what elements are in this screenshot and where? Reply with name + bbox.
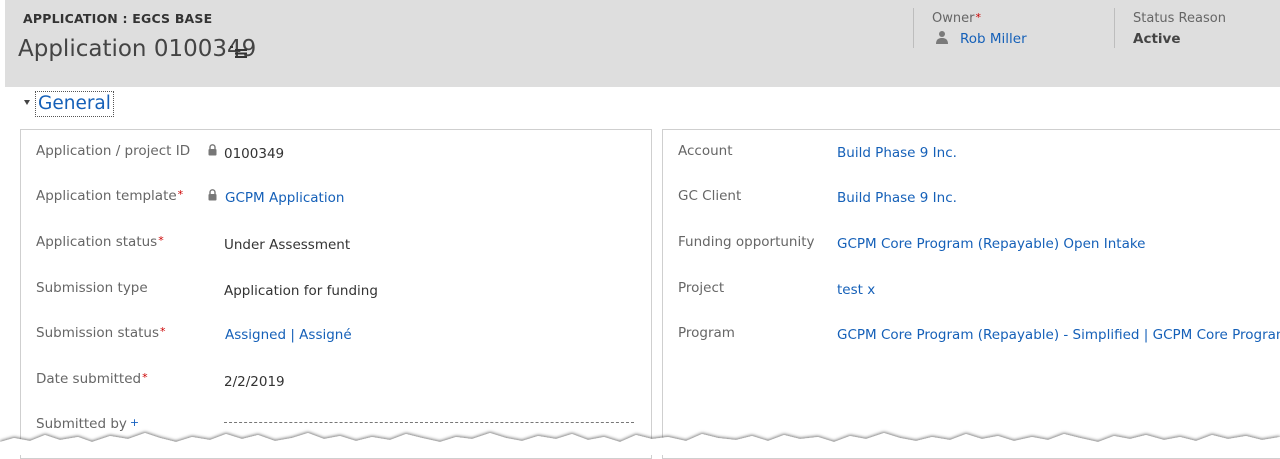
status-reason-label: Status Reason xyxy=(1133,11,1226,26)
torn-edge xyxy=(0,433,1280,455)
person-icon xyxy=(936,31,948,44)
field-label: Application / project ID xyxy=(36,143,191,159)
submission-status-link[interactable]: Assigned | Assigné xyxy=(225,327,352,343)
record-title: Application 0100349 xyxy=(18,36,257,62)
record-menu-icon[interactable] xyxy=(230,45,248,59)
collapse-triangle-icon[interactable] xyxy=(24,100,30,105)
funding-opportunity-link[interactable]: GCPM Core Program (Repayable) Open Intak… xyxy=(837,236,1145,252)
header-divider xyxy=(913,8,914,48)
required-indicator: * xyxy=(158,234,164,247)
required-indicator: * xyxy=(177,188,184,201)
field-label: GC Client xyxy=(678,188,742,204)
owner-label: Owner* xyxy=(932,11,981,26)
field-label: Program xyxy=(678,325,735,341)
gc-client-link[interactable]: Build Phase 9 Inc. xyxy=(837,190,957,206)
field-label: Date submitted* xyxy=(36,371,148,387)
program-link[interactable]: GCPM Core Program (Repayable) - Simplifi… xyxy=(837,327,1280,343)
project-link[interactable]: test x xyxy=(837,282,875,298)
entity-type-label: APPLICATION : EGCS BASE xyxy=(23,11,213,26)
application-template-link[interactable]: GCPM Application xyxy=(225,190,344,206)
required-indicator: * xyxy=(142,371,148,384)
owner-link[interactable]: Rob Miller xyxy=(960,31,1027,47)
application-status-value[interactable]: Under Assessment xyxy=(224,237,350,253)
field-label: Account xyxy=(678,143,733,159)
header-divider xyxy=(1114,8,1115,48)
field-label: Submission status* xyxy=(36,325,166,341)
lock-icon xyxy=(208,144,217,156)
required-indicator: * xyxy=(160,325,166,338)
account-link[interactable]: Build Phase 9 Inc. xyxy=(837,145,957,161)
right-field-panel xyxy=(662,129,1280,459)
application-id-value: 0100349 xyxy=(224,146,285,162)
field-label: Application template* xyxy=(36,188,184,204)
field-label: Application status* xyxy=(36,234,164,250)
field-label: Project xyxy=(678,280,725,296)
section-title-general[interactable]: General xyxy=(35,91,114,117)
lock-icon xyxy=(208,189,217,201)
date-submitted-value[interactable]: 2/2/2019 xyxy=(224,374,285,390)
field-label: Funding opportunity xyxy=(678,234,815,250)
required-indicator: * xyxy=(975,11,981,24)
field-label: Submission type xyxy=(36,280,148,296)
status-reason-value: Active xyxy=(1133,31,1181,47)
submission-type-value[interactable]: Application for funding xyxy=(224,283,378,299)
